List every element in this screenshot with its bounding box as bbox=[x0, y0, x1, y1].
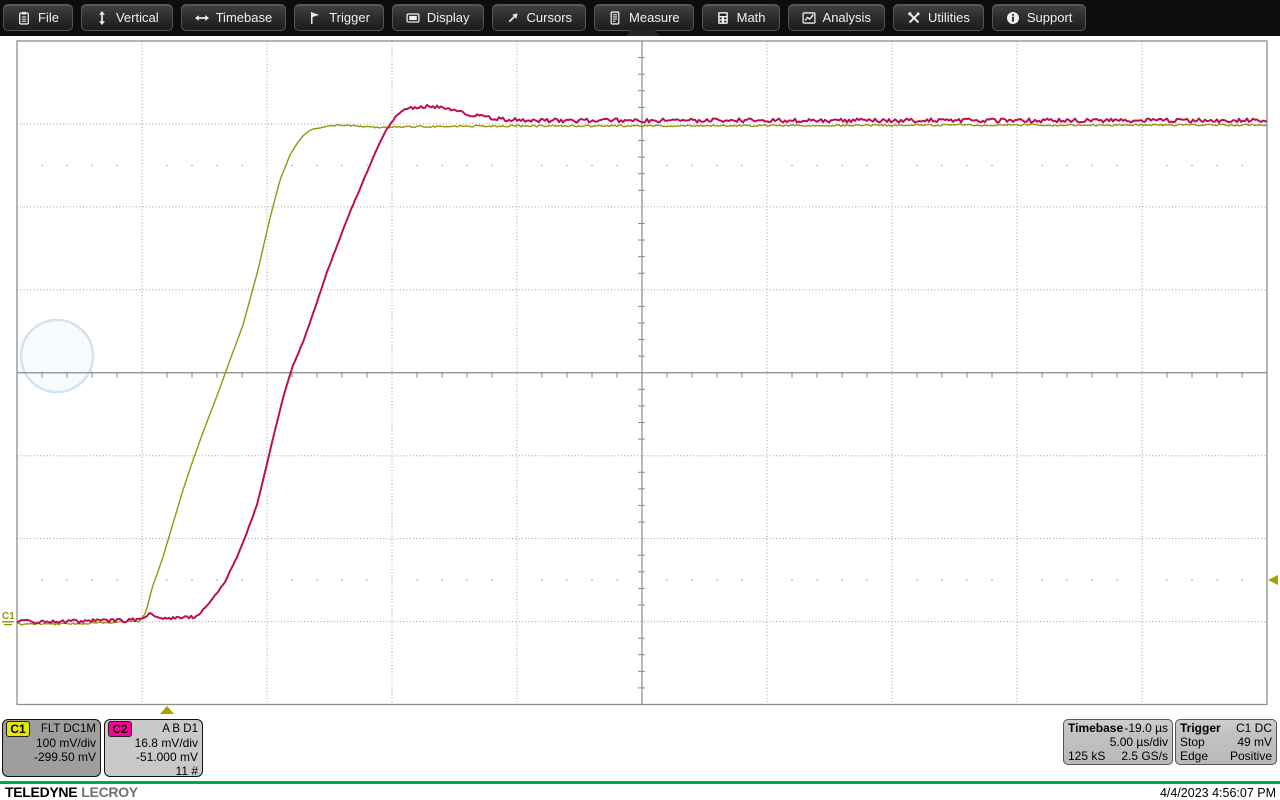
c1-coupling-label: FLT DC1M bbox=[40, 722, 96, 735]
menu-button-file[interactable]: File bbox=[3, 4, 73, 31]
timebase-descriptor-box[interactable]: Timebase -19.0 µs 5.00 µs/div 125 kS 2.5 G… bbox=[1063, 719, 1173, 765]
menu-button-cursors[interactable]: Cursors bbox=[491, 4, 587, 31]
calculator-icon bbox=[716, 11, 730, 25]
monitor-icon bbox=[406, 11, 420, 25]
c1-badge: C1 bbox=[6, 721, 30, 737]
menu-label: Timebase bbox=[215, 10, 273, 25]
chart-icon bbox=[801, 11, 816, 25]
trigger-source: C1 DC bbox=[1235, 721, 1272, 735]
menu-button-analysis[interactable]: Analysis bbox=[787, 4, 885, 31]
watermark-circle bbox=[19, 318, 95, 394]
menu-label: Math bbox=[736, 10, 766, 25]
timebase-delay: -19.0 µs bbox=[1124, 721, 1168, 735]
menu-label: Utilities bbox=[927, 10, 970, 25]
timebase-rate: 2.5 GS/s bbox=[1121, 749, 1168, 763]
brand-lecroy: LECROY bbox=[81, 784, 138, 800]
c1-offset-marker: C1 bbox=[2, 611, 15, 622]
file-icon bbox=[17, 11, 31, 25]
tools-icon bbox=[907, 11, 921, 25]
c1-offset: -299.50 mV bbox=[33, 749, 96, 764]
menu-button-support[interactable]: Support bbox=[991, 4, 1087, 31]
menu-button-math[interactable]: Math bbox=[701, 4, 780, 31]
document-icon bbox=[608, 10, 622, 25]
c2-offset: -51.000 mV bbox=[135, 749, 198, 764]
menu-button-display[interactable]: Display bbox=[391, 4, 484, 31]
c2-source-label: A B D1 bbox=[162, 722, 198, 735]
menu-label: Display bbox=[426, 10, 470, 25]
menu-label: File bbox=[38, 10, 59, 25]
menu-button-vertical[interactable]: Vertical bbox=[80, 4, 173, 31]
trigger-type: Edge bbox=[1180, 749, 1209, 763]
trigger-level-marker bbox=[1268, 575, 1278, 585]
menu-button-timebase[interactable]: Timebase bbox=[180, 4, 287, 31]
oscilloscope-screen: C1 File Vertical Timebase Trigger Displa… bbox=[0, 0, 1280, 800]
trigger-level: 49 mV bbox=[1237, 735, 1272, 749]
brand-logo: TELEDYNE LECROY bbox=[5, 784, 138, 800]
trigger-title: Trigger bbox=[1180, 721, 1221, 735]
vertical-arrows-icon bbox=[95, 10, 109, 25]
timebase-samples: 125 kS bbox=[1068, 749, 1106, 763]
menu-label: Measure bbox=[629, 10, 680, 25]
c2-scale: 16.8 mV/div bbox=[134, 735, 198, 750]
menu-button-trigger[interactable]: Trigger bbox=[294, 4, 384, 31]
horizontal-arrows-icon bbox=[194, 11, 209, 25]
menu-label: Trigger bbox=[329, 10, 370, 25]
menu-pull-tab[interactable] bbox=[627, 30, 659, 36]
c2-sweeps-count: 11 # bbox=[175, 763, 198, 778]
waveform-grid[interactable]: C1 bbox=[0, 0, 1280, 800]
channel-c1-descriptor-box[interactable]: C1 FLT DC1M 100 mV/div -299.50 mV bbox=[2, 719, 101, 777]
menu-button-measure[interactable]: Measure bbox=[594, 4, 694, 31]
brand-teledyne: TELEDYNE bbox=[5, 784, 78, 800]
trigger-slope: Positive bbox=[1229, 749, 1272, 763]
menu-label: Analysis bbox=[822, 10, 871, 25]
green-separator-line bbox=[0, 781, 1280, 784]
menu-label: Vertical bbox=[115, 10, 159, 25]
trigger-descriptor-box[interactable]: Trigger C1 DC Stop 49 mV Edge Positive bbox=[1175, 719, 1277, 765]
menu-label: Support bbox=[1026, 10, 1073, 25]
c2-badge: C2 bbox=[108, 721, 132, 737]
datetime-label: 4/4/2023 4:56:07 PM bbox=[1159, 786, 1276, 800]
timebase-scale: 5.00 µs/div bbox=[1109, 735, 1168, 749]
trigger-mode: Stop bbox=[1180, 735, 1205, 749]
trigger-time-marker bbox=[160, 706, 174, 714]
timebase-title: Timebase bbox=[1068, 721, 1124, 735]
menu-button-utilities[interactable]: Utilities bbox=[892, 4, 984, 31]
channel-c2-descriptor-box[interactable]: C2 A B D1 16.8 mV/div -51.000 mV 11 # bbox=[104, 719, 203, 777]
cursor-arrow-icon bbox=[506, 11, 520, 25]
info-icon bbox=[1006, 11, 1020, 25]
c1-scale: 100 mV/div bbox=[35, 735, 96, 750]
menu-label: Cursors bbox=[526, 10, 573, 25]
flag-icon bbox=[308, 11, 322, 25]
